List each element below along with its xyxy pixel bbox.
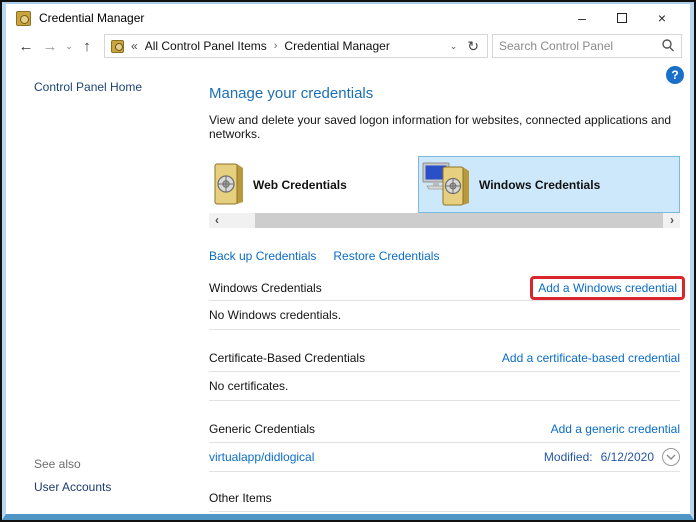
address-dropdown-icon[interactable]: ⌄ (444, 41, 464, 52)
see-also-block: See also User Accounts (34, 457, 111, 494)
credential-row-right: Modified: 6/12/2020 (544, 448, 680, 466)
tab-web-credentials[interactable]: Web Credentials (209, 156, 418, 213)
breadcrumb-credential-manager[interactable]: Credential Manager (284, 39, 389, 53)
close-button[interactable]: × (642, 5, 682, 31)
tab-web-credentials-label: Web Credentials (253, 178, 347, 192)
page-description: View and delete your saved logon informa… (209, 113, 680, 141)
sidebar: Control Panel Home See also User Account… (6, 62, 201, 514)
other-items-section-title: Other Items (209, 491, 272, 505)
scroll-left-icon[interactable]: ‹ (209, 213, 225, 228)
other-items-section-header: Other Items (209, 485, 680, 511)
vault-app-icon (16, 11, 31, 26)
certificate-credentials-section-header: Certificate-Based Credentials Add a cert… (209, 345, 680, 371)
horizontal-scrollbar[interactable]: ‹ › (209, 213, 680, 228)
search-input[interactable] (499, 39, 661, 53)
search-icon[interactable] (661, 38, 675, 55)
separator (209, 471, 680, 472)
sidebar-item-user-accounts[interactable]: User Accounts (34, 480, 111, 494)
help-icon[interactable]: ? (666, 66, 684, 84)
windows-credentials-section-header: Windows Credentials Add a Windows creden… (209, 276, 680, 300)
credential-manager-window: Credential Manager – × ← → ⌄ ↑ « All Con… (2, 2, 694, 520)
search-box (492, 34, 682, 58)
generic-credentials-section-header: Generic Credentials Add a generic creden… (209, 416, 680, 442)
refresh-icon[interactable]: ↻ (463, 38, 483, 55)
windows-credentials-empty-text: No Windows credentials. (209, 301, 680, 329)
back-button[interactable]: ← (14, 38, 38, 55)
chevron-down-icon[interactable] (662, 448, 680, 466)
tab-windows-credentials[interactable]: Windows Credentials (418, 156, 680, 213)
add-windows-credential-link[interactable]: Add a Windows credential (538, 281, 677, 295)
backup-credentials-link[interactable]: Back up Credentials (209, 249, 316, 263)
screenshot-frame: Credential Manager – × ← → ⌄ ↑ « All Con… (0, 0, 696, 522)
tab-windows-credentials-label: Windows Credentials (479, 178, 600, 192)
separator (209, 329, 680, 330)
scrollbar-track[interactable] (225, 213, 664, 228)
web-vault-icon (211, 160, 247, 209)
credential-row-sso-pop-device[interactable]: SSO_POP_Device Modified: Today (209, 512, 680, 514)
separator (209, 400, 680, 401)
credential-actions-row: Back up Credentials Restore Credentials (209, 249, 680, 263)
generic-credentials-section-title: Generic Credentials (209, 422, 315, 436)
add-certificate-credential-link[interactable]: Add a certificate-based credential (502, 351, 680, 365)
credential-tabs: Web Credentials (209, 156, 680, 213)
history-dropdown-icon[interactable]: ⌄ (62, 41, 76, 52)
scroll-right-icon[interactable]: › (664, 213, 680, 228)
up-button[interactable]: ↑ (76, 38, 98, 55)
minimize-button[interactable]: – (562, 5, 602, 31)
main-panel: ? Manage your credentials View and delet… (201, 62, 690, 514)
certificate-credentials-section-title: Certificate-Based Credentials (209, 351, 365, 365)
forward-button[interactable]: → (38, 38, 62, 55)
add-generic-credential-link[interactable]: Add a generic credential (551, 422, 680, 436)
window-controls: – × (562, 5, 682, 31)
credential-row-virtualapp[interactable]: virtualapp/didlogical Modified: 6/12/202… (209, 443, 680, 471)
navigation-bar: ← → ⌄ ↑ « All Control Panel Items › Cred… (6, 32, 690, 62)
content-area: Control Panel Home See also User Account… (6, 62, 690, 514)
annotation-red-box: Add a Windows credential (530, 276, 685, 300)
windows-credentials-section-title: Windows Credentials (209, 281, 322, 295)
window-title: Credential Manager (39, 11, 144, 25)
modified-value: 6/12/2020 (601, 450, 654, 464)
vault-breadcrumb-icon (111, 40, 124, 53)
windows-vault-icon (421, 159, 473, 210)
breadcrumb-separator-icon: › (274, 40, 278, 52)
title-bar: Credential Manager – × (6, 4, 690, 32)
maximize-button[interactable] (602, 5, 642, 31)
restore-credentials-link[interactable]: Restore Credentials (333, 249, 439, 263)
address-bar[interactable]: « All Control Panel Items › Credential M… (104, 34, 488, 58)
certificate-credentials-empty-text: No certificates. (209, 372, 680, 400)
modified-label: Modified: (544, 450, 593, 464)
sidebar-item-control-panel-home[interactable]: Control Panel Home (34, 80, 201, 94)
maximize-icon (617, 13, 627, 23)
scrollbar-thumb[interactable] (255, 213, 663, 228)
see-also-label: See also (34, 457, 111, 471)
credential-name-link[interactable]: virtualapp/didlogical (209, 450, 314, 464)
page-title: Manage your credentials (209, 85, 680, 102)
breadcrumb-collapse-icon[interactable]: « (131, 39, 138, 53)
breadcrumb-all-control-panel-items[interactable]: All Control Panel Items (145, 39, 267, 53)
